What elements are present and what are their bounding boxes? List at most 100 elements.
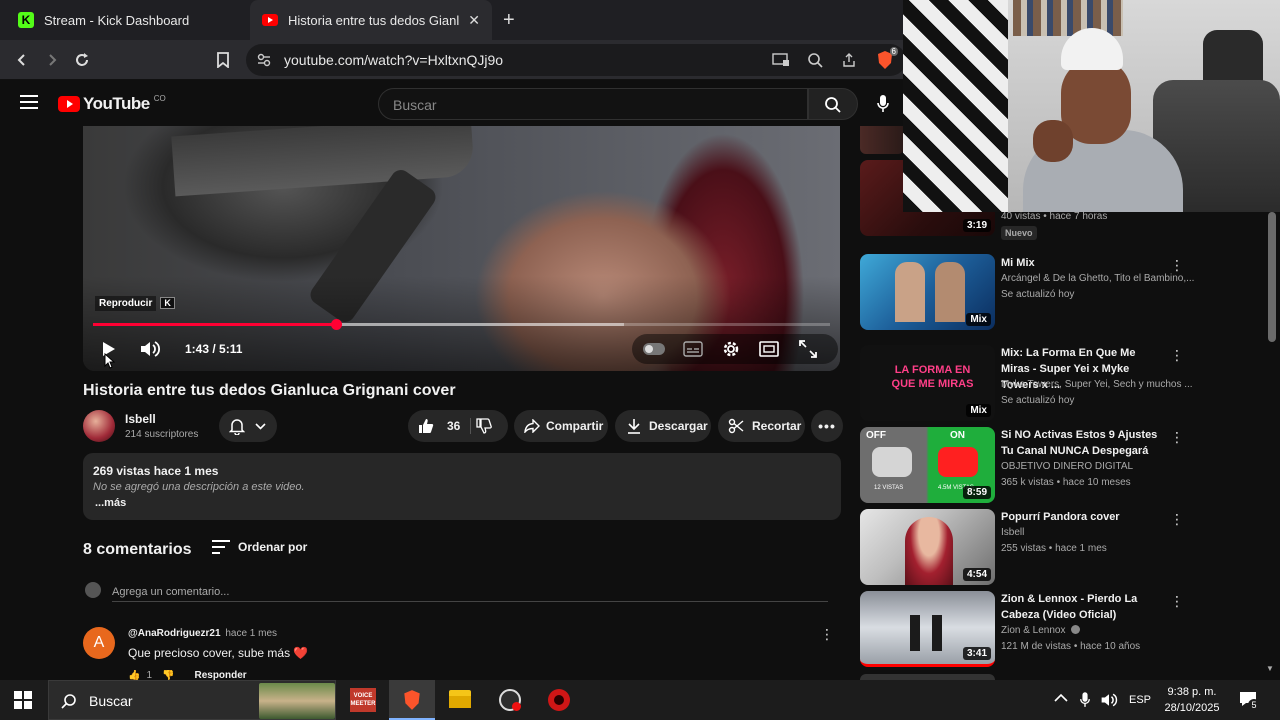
rec-title[interactable]: Mi Mix — [1001, 255, 1166, 271]
dislike-button[interactable] — [476, 418, 492, 434]
subtitles-icon[interactable] — [683, 341, 703, 357]
share-arrow-icon — [524, 419, 540, 433]
volume-icon[interactable] — [139, 339, 161, 359]
video-duration: 3:41 — [962, 647, 991, 660]
views-and-date: 269 vistas hace 1 mes — [93, 464, 219, 478]
comment-dislike-icon[interactable]: 👎 — [162, 670, 174, 680]
youtube-logo-icon — [58, 96, 80, 112]
show-more-link[interactable]: ...más — [95, 497, 126, 509]
comment-time[interactable]: hace 1 mes — [225, 628, 277, 639]
url-text[interactable]: youtube.com/watch?v=HxltxnQJj9o — [284, 52, 503, 68]
sort-label: Ordenar por — [238, 540, 308, 554]
more-actions-button[interactable]: ••• — [811, 410, 843, 442]
obs-studio-icon[interactable] — [499, 689, 521, 711]
share-icon[interactable] — [841, 52, 857, 68]
speaker-tray-icon[interactable] — [1100, 691, 1118, 709]
comment-actions: 👍 1 👎 Responder — [128, 670, 247, 680]
reload-icon[interactable] — [72, 50, 92, 70]
search-input[interactable]: Buscar — [378, 88, 808, 120]
notifications-button[interactable] — [219, 410, 277, 442]
rec-menu-icon[interactable]: ⋮ — [1170, 429, 1184, 445]
download-icon — [628, 419, 640, 434]
settings-gear-icon[interactable] — [721, 339, 741, 359]
file-explorer-icon[interactable] — [449, 690, 471, 708]
comment-menu-icon[interactable]: ⋮ — [820, 626, 834, 643]
rec-menu-icon[interactable]: ⋮ — [1170, 257, 1184, 273]
mix-label: Mix — [966, 404, 991, 417]
comment-header: @AnaRodriguezr21 hace 1 mes — [128, 628, 277, 639]
rec-menu-icon[interactable]: ⋮ — [1170, 593, 1184, 609]
tab-youtube-video[interactable]: Historia entre tus dedos Gianluca ✕ — [250, 0, 492, 40]
taskbar-search-box[interactable]: Buscar — [48, 680, 336, 720]
description-box[interactable]: 269 vistas hace 1 mes No se agregó una d… — [83, 453, 841, 520]
windows-start-icon[interactable] — [14, 691, 32, 709]
more-horizontal-icon: ••• — [818, 418, 836, 434]
clock-time: 9:38 p. m. — [1167, 686, 1217, 698]
brave-shields-icon[interactable]: 6 — [876, 47, 898, 70]
brave-badge: 6 — [889, 47, 898, 56]
system-clock[interactable]: 9:38 p. m. 28/10/2025 — [1160, 684, 1224, 716]
rec-thumbnail[interactable]: OFF ON 12 VISTAS 4.5M VISTAS 8:59 — [860, 427, 995, 503]
video-player[interactable]: Reproducir K 1:43 / 5:11 — [83, 126, 840, 371]
youtube-logo[interactable]: YouTube CO — [58, 94, 166, 114]
rec-title[interactable]: Si NO Activas Estos 9 Ajustes Tu Canal N… — [1001, 427, 1166, 459]
rec-menu-icon[interactable]: ⋮ — [1170, 511, 1184, 527]
reply-button[interactable]: Responder — [194, 670, 246, 680]
channel-avatar[interactable] — [83, 410, 115, 442]
tab-kick-dashboard[interactable]: K Stream - Kick Dashboard — [8, 0, 248, 40]
voicemeeter-app-icon[interactable]: VOICE MEETER — [350, 688, 376, 712]
menu-icon[interactable] — [20, 95, 38, 109]
autoplay-toggle[interactable] — [643, 343, 665, 355]
rec-menu-icon[interactable]: ⋮ — [1170, 347, 1184, 363]
rec-partial-thumbnail[interactable] — [860, 126, 904, 154]
download-button[interactable]: Descargar — [615, 410, 711, 442]
comment-avatar[interactable]: A — [83, 627, 115, 659]
input-language[interactable]: ESP — [1129, 694, 1151, 706]
comment-author[interactable]: @AnaRodriguezr21 — [128, 628, 221, 639]
tab-title: Historia entre tus dedos Gianluca — [288, 12, 460, 28]
comment-like-icon[interactable]: 👍 — [128, 670, 140, 680]
cast-icon[interactable] — [772, 52, 790, 68]
brave-app-button[interactable] — [389, 680, 435, 720]
rec-thumbnail[interactable]: Mix — [860, 254, 995, 330]
fullscreen-icon[interactable] — [799, 340, 817, 358]
forward-icon[interactable] — [42, 50, 62, 70]
rec-thumbnail[interactable]: 4:54 — [860, 509, 995, 585]
clip-button[interactable]: Recortar — [718, 410, 805, 442]
rec-title[interactable]: Zion & Lennox - Pierdo La Cabeza (Video … — [1001, 591, 1166, 623]
like-button[interactable]: 36 — [408, 410, 470, 442]
scissors-icon — [728, 418, 744, 434]
scroll-down-icon[interactable]: ▼ — [1266, 664, 1274, 673]
rec-thumbnail[interactable]: LA FORMA EN QUE ME MIRAS Mix — [860, 345, 995, 421]
thumbs-down-icon — [476, 418, 492, 434]
rec-channel: Isbell — [1001, 527, 1025, 538]
progress-track[interactable] — [93, 319, 830, 330]
avatar-letter: A — [93, 634, 105, 651]
rec-meta: 255 vistas • hace 1 mes — [1001, 543, 1107, 554]
share-button[interactable]: Compartir — [514, 410, 608, 442]
close-tab-icon[interactable]: ✕ — [468, 12, 480, 29]
bookmark-icon[interactable] — [213, 50, 233, 70]
channel-name[interactable]: Isbell — [125, 412, 156, 426]
new-tab-button[interactable]: + — [503, 10, 523, 30]
theater-mode-icon[interactable] — [759, 341, 779, 357]
microphone-icon[interactable] — [876, 94, 890, 114]
search-button[interactable] — [808, 88, 858, 120]
back-icon[interactable] — [12, 50, 32, 70]
chevron-down-icon — [255, 423, 266, 430]
sort-comments-button[interactable]: Ordenar por — [212, 540, 307, 554]
mix-label: Mix — [966, 313, 991, 326]
zoom-icon[interactable] — [807, 52, 823, 68]
page-scrollbar-thumb[interactable] — [1268, 212, 1276, 342]
notification-center-icon[interactable]: 5 — [1238, 690, 1260, 711]
site-settings-icon[interactable] — [256, 52, 272, 68]
rec-title[interactable]: Popurrí Pandora cover — [1001, 509, 1166, 525]
address-bar[interactable]: youtube.com/watch?v=HxltxnQJj9o 6 — [246, 44, 906, 76]
microphone-tray-icon[interactable] — [1079, 691, 1091, 709]
divider — [470, 418, 471, 434]
recording-app-icon[interactable] — [548, 689, 570, 711]
rec-thumbnail[interactable]: 3:41 — [860, 591, 995, 667]
rec-meta: 121 M de vistas • hace 10 años — [1001, 641, 1141, 652]
add-comment-input[interactable]: Agrega un comentario... — [112, 582, 828, 602]
show-hidden-icons-icon[interactable] — [1054, 693, 1068, 703]
